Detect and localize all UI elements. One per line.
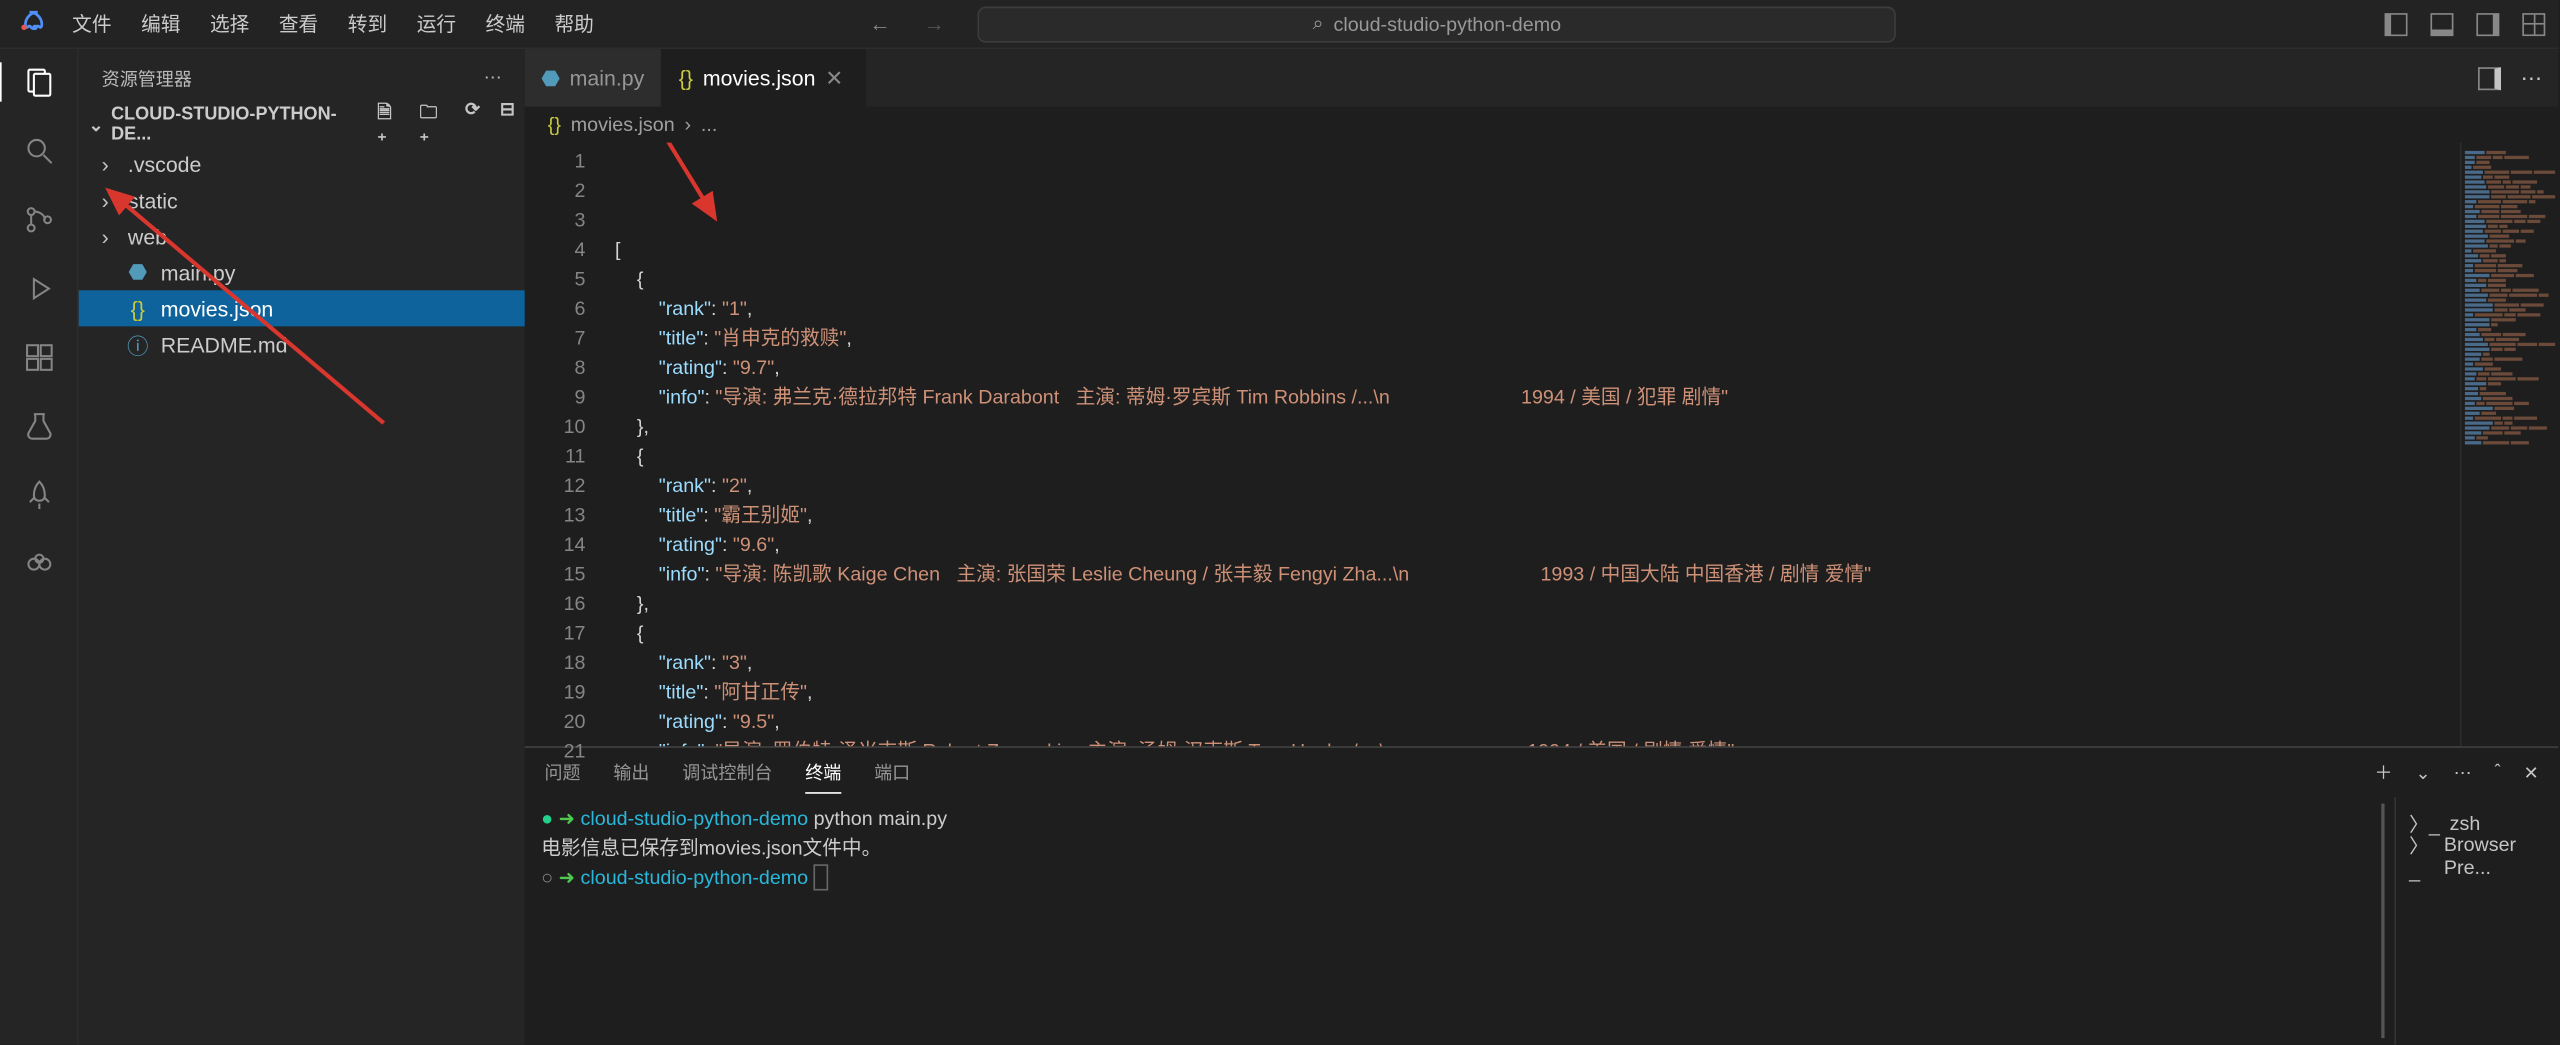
command-center[interactable]: ⌕ cloud-studio-python-demo [978, 6, 1896, 42]
menu-查看[interactable]: 查看 [266, 3, 332, 44]
chevron-right-icon: › [102, 224, 118, 249]
python-file-icon: ⬣ [125, 259, 151, 285]
info-file-icon: ⓘ [125, 329, 151, 360]
file-README.md[interactable]: ⓘREADME.md [79, 326, 525, 362]
project-name: CLOUD-STUDIO-PYTHON-DE... [111, 105, 371, 144]
terminal-split-dropdown-icon[interactable]: ⌄ [2416, 762, 2431, 783]
minimap[interactable] [2460, 143, 2558, 747]
rocket-icon[interactable] [19, 476, 58, 515]
json-file-icon: {} [548, 113, 561, 136]
menu-文件[interactable]: 文件 [59, 3, 125, 44]
search-activity-icon[interactable] [19, 131, 58, 170]
chevron-right-icon: › [684, 113, 691, 136]
new-terminal-icon[interactable]: ＋ [2375, 759, 2393, 785]
folder-.vscode[interactable]: ›.vscode [79, 146, 525, 182]
search-icon: ⌕ [1313, 11, 1324, 36]
editor-tabs: ⬣main.py{}movies.json✕ ⋯ [525, 49, 2559, 106]
breadcrumb-file: movies.json [571, 113, 675, 136]
terminal-output[interactable]: ● ➜ cloud-studio-python-demo python main… [525, 797, 2381, 1045]
source-control-icon[interactable] [19, 200, 58, 239]
extensions-icon[interactable] [19, 338, 58, 377]
project-header[interactable]: ⌄ CLOUD-STUDIO-PYTHON-DE... 🗎⁺ 🗀⁺ ⟳ ⊟ [79, 107, 525, 143]
file-tree: ›.vscode›static›web⬣main.py{}movies.json… [79, 143, 525, 366]
logo-icon [13, 7, 46, 40]
menu-帮助[interactable]: 帮助 [541, 3, 607, 44]
code-editor[interactable]: [ { "rank": "1", "title": "肖申克的救赎", "rat… [615, 143, 2460, 747]
menu-终端[interactable]: 终端 [472, 3, 538, 44]
file-main.py[interactable]: ⬣main.py [79, 254, 525, 290]
breadcrumb[interactable]: {} movies.json › ... [525, 107, 2559, 143]
sidebar-title: 资源管理器 [102, 65, 192, 91]
layout-bottom-icon[interactable] [2430, 12, 2453, 35]
layout-grid-icon[interactable] [2522, 12, 2545, 35]
editor-area: ⬣main.py{}movies.json✕ ⋯ {} movies.json … [525, 49, 2559, 1044]
terminal-list: 〉_zsh〉_Browser Pre... [2394, 797, 2558, 1045]
tab-more-icon[interactable]: ⋯ [2521, 65, 2542, 91]
explorer-icon[interactable] [0, 62, 76, 101]
layout-left-icon[interactable] [2385, 12, 2408, 35]
chevron-right-icon: › [102, 152, 118, 177]
menu-转到[interactable]: 转到 [335, 3, 401, 44]
main-menu: 文件编辑选择查看转到运行终端帮助 [59, 3, 607, 44]
chevron-down-icon: ⌄ [89, 114, 105, 135]
menu-运行[interactable]: 运行 [404, 3, 470, 44]
title-bar: 文件编辑选择查看转到运行终端帮助 ← → ⌕ cloud-studio-pyth… [0, 0, 2558, 49]
panel-more-icon[interactable]: ⋯ [2454, 762, 2472, 783]
terminal-icon: 〉_ [2409, 831, 2434, 882]
panel-tab-调试控制台[interactable]: 调试控制台 [682, 753, 772, 792]
tab-main.py[interactable]: ⬣main.py [525, 49, 663, 106]
menu-选择[interactable]: 选择 [197, 3, 263, 44]
breadcrumb-tail: ... [701, 113, 717, 136]
terminal-divider [2381, 804, 2384, 1039]
split-editor-icon[interactable] [2478, 66, 2501, 89]
nav-back-icon[interactable]: ← [869, 11, 890, 36]
activity-bar [0, 49, 79, 1044]
layout-right-icon[interactable] [2476, 12, 2499, 35]
search-text: cloud-studio-python-demo [1333, 12, 1561, 35]
terminal-entry-Browser Pre...[interactable]: 〉_Browser Pre... [2409, 840, 2545, 873]
nav-forward-icon[interactable]: → [924, 11, 945, 36]
folder-web[interactable]: ›web [79, 218, 525, 254]
bottom-panel: 问题输出调试控制台终端端口 ＋ ⌄ ⋯ ˆ ✕ ● ➜ cloud-studio… [525, 746, 2559, 1044]
menu-编辑[interactable]: 编辑 [128, 3, 194, 44]
chevron-right-icon: › [102, 188, 118, 213]
json-file-icon: {} [125, 296, 151, 321]
file-movies.json[interactable]: {}movies.json [79, 290, 525, 326]
close-panel-icon[interactable]: ✕ [2524, 762, 2539, 783]
maximize-panel-icon[interactable]: ˆ [2495, 763, 2501, 783]
testing-icon[interactable] [19, 407, 58, 446]
panel-tab-终端[interactable]: 终端 [805, 752, 841, 793]
folder-static[interactable]: ›static [79, 182, 525, 218]
run-debug-icon[interactable] [19, 269, 58, 308]
panel-tab-端口[interactable]: 端口 [874, 753, 910, 792]
more-icon[interactable]: ⋯ [484, 67, 502, 88]
close-tab-icon[interactable]: ✕ [825, 65, 848, 91]
panel-tabs: 问题输出调试控制台终端端口 ＋ ⌄ ⋯ ˆ ✕ [525, 748, 2559, 797]
python-file-icon: ⬣ [541, 65, 560, 91]
tab-movies.json[interactable]: {}movies.json✕ [662, 49, 866, 106]
cloud-icon[interactable] [19, 544, 58, 583]
json-file-icon: {} [679, 66, 693, 91]
panel-tab-输出[interactable]: 输出 [613, 753, 649, 792]
sidebar: 资源管理器 ⋯ ⌄ CLOUD-STUDIO-PYTHON-DE... 🗎⁺ 🗀… [79, 49, 525, 1044]
line-gutter: 123456789101112131415161718192021 [525, 143, 615, 747]
